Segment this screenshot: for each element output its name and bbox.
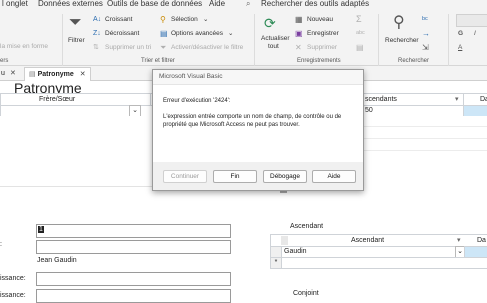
birth-date-label: issance: [0, 275, 26, 282]
ribbon-separator [448, 14, 449, 66]
selection-button[interactable]: Sélection [171, 16, 198, 23]
group-clipboard-label: ers [0, 58, 9, 64]
column-header-frere-soeur[interactable]: Frère/Sœur [39, 94, 75, 105]
debug-button[interactable]: Débogage [263, 170, 307, 183]
selection-icon[interactable]: ⚲ [160, 15, 166, 24]
ascendant-value: Gaudin [284, 248, 307, 255]
error-message-line1: L'expression entrée comporte un nom de c… [163, 114, 342, 120]
goto-icon[interactable]: → [422, 29, 430, 38]
menu-item-db-tools[interactable]: Outils de base de données [107, 0, 202, 8]
ribbon-separator [254, 14, 255, 66]
close-icon[interactable]: ✕ [80, 71, 86, 78]
ribbon-separator [378, 14, 379, 66]
remove-sort-icon: ⇅ [93, 44, 99, 51]
ribbon: la mise en forme ers ⏷ Filtrer A↓ Croiss… [0, 11, 487, 66]
bold-button[interactable]: G [458, 30, 463, 37]
birth-place-label: issance: [0, 292, 26, 299]
id-field-value: 1 [38, 226, 44, 233]
save-record-button[interactable]: Enregistrer [307, 30, 339, 37]
help-button[interactable]: Aide [312, 170, 356, 183]
chevron-down-icon[interactable]: ▾ [457, 235, 461, 246]
delete-icon: ✕ [295, 43, 302, 52]
id-field[interactable]: 1 [36, 224, 231, 238]
end-button[interactable]: Fin [213, 170, 257, 183]
menu-bar: l onglet Données externes Outils de base… [0, 0, 487, 11]
dialog-title-bar[interactable]: Microsoft Visual Basic [153, 70, 363, 85]
refresh-all-button[interactable]: Actualiser [261, 35, 290, 42]
group-find-label: Rechercher [398, 58, 430, 64]
error-code: Erreur d'exécution '2424': [163, 98, 231, 104]
select-icon[interactable]: ⇲ [422, 43, 429, 52]
form-icon: ▤ [29, 71, 38, 78]
search-icon[interactable]: ⌕ [246, 0, 250, 9]
new-record-button[interactable]: Nouveau [307, 16, 333, 23]
italic-button[interactable]: I [474, 30, 476, 37]
search-icon[interactable]: ⚲ [393, 15, 405, 31]
column-header-da2[interactable]: Da [477, 235, 486, 246]
sort-descending-icon[interactable]: Z↓ [93, 29, 101, 38]
font-name-dropdown[interactable] [456, 14, 487, 27]
ribbon-separator [62, 14, 63, 66]
more-icon: ▤ [356, 43, 364, 52]
toggle-filter-button[interactable]: Activer/désactiver le filtre [171, 44, 243, 51]
text-field[interactable] [36, 240, 231, 254]
group-sort-filter-label: Trier et filtrer [141, 58, 175, 64]
column-header-ascendants[interactable]: scendants [365, 94, 397, 105]
advanced-options-button[interactable]: Options avancées [171, 30, 223, 37]
grid-body-right [362, 116, 487, 186]
tab-patronyme-label: Patronyme [37, 71, 74, 78]
replace-icon[interactable]: ᵇᶜ [422, 15, 428, 24]
continue-button[interactable]: Continuer [163, 170, 207, 183]
column-header-ascendant[interactable]: Ascendant [351, 235, 384, 246]
close-icon[interactable]: ✕ [10, 67, 16, 80]
filter-button[interactable]: Filtrer [68, 37, 85, 44]
menu-item-onglet[interactable]: l onglet [2, 0, 28, 8]
chevron-down-icon[interactable]: ⌄ [203, 15, 208, 23]
find-button[interactable]: Rechercher [385, 37, 419, 44]
chevron-down-icon[interactable]: ▾ [455, 94, 459, 105]
grid-body-left [0, 116, 153, 187]
advanced-filter-icon[interactable]: ▤ [160, 29, 168, 38]
ascendants-row-value: 50 [365, 107, 373, 114]
ascendant-new-row[interactable] [281, 257, 487, 269]
field-label: : [0, 241, 2, 248]
spelling-icon: ᵃᵇᶜ [356, 29, 365, 38]
error-dialog: Microsoft Visual Basic Erreur d'exécutio… [152, 69, 364, 191]
ascendant-section-title: Ascendant [290, 223, 324, 230]
person-name: Jean Gaudin [37, 257, 77, 264]
conjoint-section-title: Conjoint [293, 290, 319, 297]
chevron-down-icon[interactable]: ⌄ [228, 29, 233, 37]
toggle-filter-icon: ⏷ [160, 43, 167, 52]
font-color-button[interactable]: A [458, 44, 462, 51]
row-selector-header[interactable] [281, 236, 288, 245]
sort-descending-button[interactable]: Décroissant [105, 30, 139, 37]
menu-item-help[interactable]: Aide [209, 0, 225, 8]
group-records-label: Enregistrements [297, 58, 341, 64]
format-painter-label[interactable]: la mise en forme [0, 43, 48, 50]
save-icon[interactable]: ▣ [295, 29, 303, 38]
birth-place-field[interactable] [36, 289, 231, 303]
delete-record-button[interactable]: Supprimer [307, 44, 337, 51]
tab-previous[interactable]: u [1, 67, 5, 80]
filter-funnel-icon[interactable]: ⏷ [69, 15, 82, 31]
new-record-icon[interactable]: ▦ [295, 15, 303, 24]
tab-patronyme[interactable]: ▤ Patronyme ✕ [24, 67, 91, 81]
tell-me-search[interactable]: Rechercher des outils adaptés [261, 0, 369, 8]
menu-item-external-data[interactable]: Données externes [38, 0, 103, 8]
totals-icon: Σ [356, 14, 362, 24]
dialog-title: Microsoft Visual Basic [159, 73, 223, 80]
error-message-line2: propriété que Microsoft Access ne peut p… [163, 122, 300, 128]
sort-ascending-button[interactable]: Croissant [105, 16, 132, 23]
refresh-icon[interactable]: ⟳ [264, 16, 276, 30]
remove-sort-button[interactable]: Supprimer un tri [105, 44, 151, 51]
sort-ascending-icon[interactable]: A↓ [93, 15, 101, 24]
column-header-da[interactable]: Da [480, 94, 487, 105]
birth-date-field[interactable] [36, 272, 231, 286]
refresh-all-button-line2[interactable]: tout [268, 43, 279, 50]
